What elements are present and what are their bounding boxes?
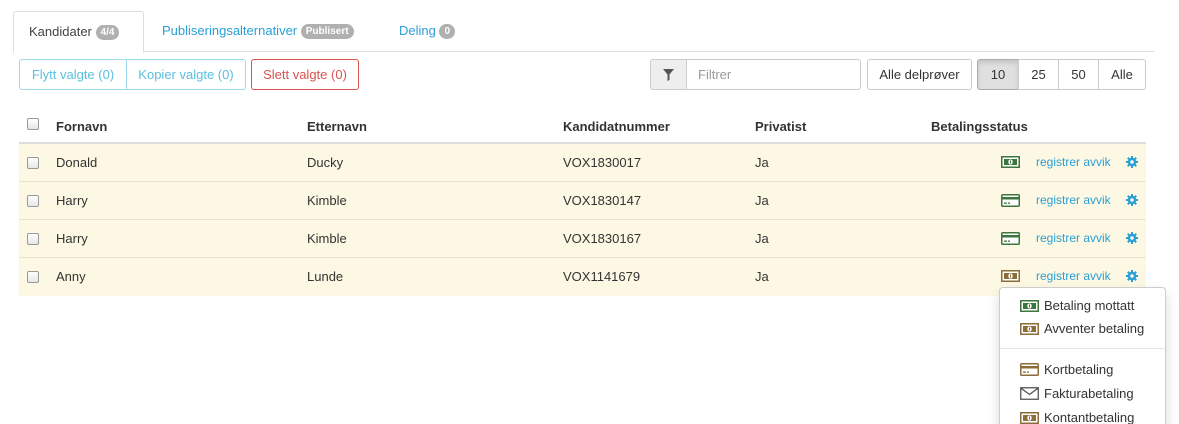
cell-candidate-number: VOX1830147 — [563, 193, 642, 208]
table-row: Anny Lunde VOX1141679 Ja registrer avvik — [19, 258, 1146, 296]
money-icon — [1020, 299, 1039, 312]
cell-first-name: Donald — [56, 155, 98, 170]
cell-first-name: Harry — [56, 231, 88, 246]
cell-private: Ja — [755, 155, 769, 170]
column-header-payment-status[interactable]: Betalingsstatus — [931, 119, 1028, 134]
money-icon — [1001, 156, 1020, 168]
page-size-25-button[interactable]: 25 — [1018, 59, 1059, 90]
gear-icon[interactable] — [1126, 232, 1138, 244]
tab-bar: Kandidater 4/4 Publiseringsalternativer … — [13, 11, 1154, 53]
tab-publiseringsalternativer[interactable]: Publiseringsalternativer Publisert — [162, 11, 354, 52]
envelope-icon — [1020, 387, 1039, 400]
payment-status-dropdown: Betaling mottatt Avventer betaling Kortb… — [999, 287, 1166, 424]
money-icon — [1020, 322, 1039, 335]
column-header-last-name[interactable]: Etternavn — [307, 119, 367, 134]
select-all-checkbox[interactable] — [27, 118, 39, 130]
row-checkbox[interactable] — [27, 195, 39, 207]
candidate-table: Fornavn Etternavn Kandidatnummer Privati… — [19, 107, 1146, 296]
tab-badge: Publisert — [300, 24, 354, 39]
tab-badge: 0 — [439, 24, 456, 39]
filter-input[interactable] — [686, 59, 861, 90]
dropdown-item-invoice-payment[interactable]: Fakturabetaling — [1020, 386, 1134, 401]
cell-private: Ja — [755, 193, 769, 208]
column-header-candidate-number[interactable]: Kandidatnummer — [563, 119, 670, 134]
table-row: Harry Kimble VOX1830147 Ja registrer avv… — [19, 182, 1146, 220]
cell-last-name: Ducky — [307, 155, 344, 170]
row-checkbox[interactable] — [27, 233, 39, 245]
row-checkbox[interactable] — [27, 157, 39, 169]
cell-candidate-number: VOX1830167 — [563, 231, 642, 246]
dropdown-divider — [1000, 348, 1165, 349]
dropdown-item-cash-payment[interactable]: Kontantbetaling — [1020, 410, 1134, 424]
dropdown-item-label: Avventer betaling — [1044, 321, 1145, 336]
row-checkbox[interactable] — [27, 271, 39, 283]
all-subtests-button[interactable]: Alle delprøver — [867, 59, 972, 90]
table-row: Donald Ducky VOX1830017 Ja registrer avv… — [19, 144, 1146, 182]
money-icon — [1020, 411, 1039, 424]
move-selected-button[interactable]: Flytt valgte (0) — [19, 59, 127, 90]
cell-first-name: Harry — [56, 193, 88, 208]
dropdown-item-payment-received[interactable]: Betaling mottatt — [1020, 298, 1134, 313]
tab-label: Deling — [399, 23, 436, 38]
cell-candidate-number: VOX1830017 — [563, 155, 642, 170]
card-icon — [1001, 194, 1020, 207]
page-size-10-button[interactable]: 10 — [977, 59, 1019, 90]
gear-icon[interactable] — [1126, 270, 1138, 282]
tab-kandidater[interactable]: Kandidater 4/4 — [13, 11, 144, 53]
cell-last-name: Lunde — [307, 269, 344, 284]
cell-private: Ja — [755, 269, 769, 284]
gear-icon[interactable] — [1126, 156, 1138, 168]
dropdown-item-card-payment[interactable]: Kortbetaling — [1020, 362, 1113, 377]
register-deviation-link[interactable]: registrer avvik — [1036, 155, 1111, 169]
money-icon[interactable] — [1001, 270, 1020, 282]
card-icon — [1001, 232, 1020, 245]
cell-last-name: Kimble — [307, 231, 347, 246]
dropdown-item-label: Kortbetaling — [1044, 362, 1114, 377]
dropdown-item-label: Fakturabetaling — [1044, 386, 1134, 401]
dropdown-item-label: Kontantbetaling — [1044, 410, 1135, 424]
table-row: Harry Kimble VOX1830167 Ja registrer avv… — [19, 220, 1146, 258]
gear-icon[interactable] — [1126, 194, 1138, 206]
tab-label: Publiseringsalternativer — [162, 23, 298, 38]
page-size-all-button[interactable]: Alle — [1098, 59, 1146, 90]
cell-private: Ja — [755, 231, 769, 246]
tab-label: Kandidater — [29, 24, 92, 39]
delete-selected-button[interactable]: Slett valgte (0) — [251, 59, 359, 90]
register-deviation-link[interactable]: registrer avvik — [1036, 193, 1111, 207]
filter-icon — [663, 68, 674, 81]
column-header-first-name[interactable]: Fornavn — [56, 119, 107, 134]
page-size-50-button[interactable]: 50 — [1058, 59, 1099, 90]
register-deviation-link[interactable]: registrer avvik — [1036, 269, 1111, 283]
table-header: Fornavn Etternavn Kandidatnummer Privati… — [19, 107, 1146, 144]
dropdown-item-awaiting-payment[interactable]: Avventer betaling — [1020, 321, 1144, 336]
dropdown-item-label: Betaling mottatt — [1044, 298, 1135, 313]
register-deviation-link[interactable]: registrer avvik — [1036, 231, 1111, 245]
tab-deling[interactable]: Deling 0 — [399, 11, 456, 52]
cell-candidate-number: VOX1141679 — [563, 269, 641, 284]
cell-last-name: Kimble — [307, 193, 347, 208]
copy-selected-button[interactable]: Kopier valgte (0) — [126, 59, 246, 90]
filter-addon — [650, 59, 687, 90]
tab-badge: 4/4 — [95, 25, 120, 40]
cell-first-name: Anny — [56, 269, 86, 284]
column-header-private[interactable]: Privatist — [755, 119, 806, 134]
card-icon — [1020, 363, 1039, 376]
